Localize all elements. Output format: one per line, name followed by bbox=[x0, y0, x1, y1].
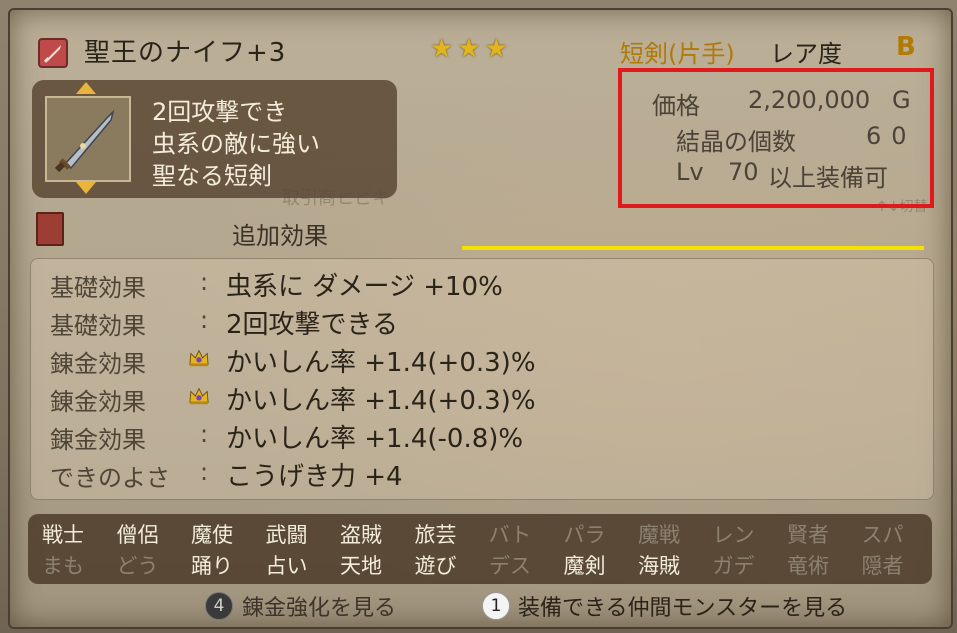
item-name: 聖王のナイフ+3 bbox=[84, 38, 287, 68]
job-label: 隠者 bbox=[861, 554, 904, 578]
next-item-arrow[interactable] bbox=[76, 182, 96, 194]
job-label: デス bbox=[489, 554, 531, 578]
dagger-category-icon bbox=[38, 38, 68, 68]
job-label: 旅芸 bbox=[414, 523, 457, 547]
previous-item-arrow[interactable] bbox=[76, 82, 96, 94]
job-label: 魔剣 bbox=[563, 554, 606, 578]
effect-value: かいしん率 +1.4(+0.3)% bbox=[226, 348, 536, 378]
price-value: 2,200,000 bbox=[748, 86, 871, 114]
effect-value: かいしん率 +1.4(-0.8)% bbox=[226, 424, 524, 454]
price-label: 価格 bbox=[652, 92, 700, 120]
effect-label: 錬金効果 bbox=[50, 426, 146, 454]
job-label: ガデ bbox=[712, 554, 755, 578]
job-label: 賢者 bbox=[787, 523, 829, 547]
screen: 取引商ヒピキ ↑↓切替 聖王のナイフ+3 ★★★ 短剣(片手) レア度 B 2回… bbox=[0, 0, 957, 633]
job-label: 魔戦 bbox=[638, 523, 680, 547]
description-line: 聖なる短剣 bbox=[152, 162, 272, 190]
job-label: 遊び bbox=[414, 554, 457, 578]
job-label: 天地 bbox=[340, 554, 382, 578]
level-requirement: 以上装備可 bbox=[768, 164, 888, 192]
job-label: 竜術 bbox=[787, 554, 829, 578]
job-label: 僧侶 bbox=[116, 523, 159, 547]
view-monsters-button[interactable]: 装備できる仲間モンスターを見る bbox=[518, 590, 847, 622]
job-label: 魔使 bbox=[191, 523, 233, 547]
job-label: 盗賊 bbox=[340, 523, 382, 547]
job-label: 踊り bbox=[191, 554, 233, 578]
job-label: パラ bbox=[563, 523, 606, 547]
effect-label: 錬金効果 bbox=[50, 388, 146, 416]
description-line: 2回攻撃でき bbox=[152, 98, 288, 126]
effect-value: こうげき力 +4 bbox=[226, 462, 403, 492]
effect-label: 基礎効果 bbox=[50, 312, 146, 340]
job-label: 戦士 bbox=[42, 523, 84, 547]
effect-separator: : bbox=[200, 458, 209, 486]
job-label: 武闘 bbox=[265, 523, 308, 547]
book-icon bbox=[36, 212, 64, 246]
rarity-grade: B bbox=[896, 32, 916, 62]
level-label: Lv bbox=[676, 158, 704, 186]
description-line: 虫系の敵に強い bbox=[152, 130, 320, 158]
job-label: 占い bbox=[265, 554, 308, 578]
effect-separator: : bbox=[200, 306, 209, 334]
effect-separator: : bbox=[200, 268, 209, 296]
view-alchemy-button[interactable]: 錬金強化を見る bbox=[242, 590, 396, 622]
job-label: レン bbox=[712, 523, 755, 547]
job-label: まも bbox=[42, 554, 84, 578]
effect-value: かいしん率 +1.4(+0.3)% bbox=[226, 386, 536, 416]
effect-label: 基礎効果 bbox=[50, 274, 146, 302]
job-label: スパ bbox=[861, 523, 904, 547]
job-label: バト bbox=[488, 523, 532, 547]
level-value: 70 bbox=[728, 158, 759, 186]
weapon-image bbox=[45, 96, 131, 182]
effect-value: 2回攻撃できる bbox=[226, 310, 399, 340]
crystal-count-value: 60 bbox=[866, 122, 917, 150]
job-label: 海賊 bbox=[638, 554, 680, 578]
yellow-underline bbox=[462, 246, 924, 250]
crystal-count-label: 結晶の個数 bbox=[676, 128, 796, 156]
effect-label: 錬金効果 bbox=[50, 350, 146, 378]
item-category: 短剣(片手) bbox=[620, 40, 735, 68]
button-1-icon[interactable]: 1 bbox=[482, 592, 510, 620]
effect-value: 虫系に ダメージ +10% bbox=[226, 272, 503, 302]
star-rating: ★★★ bbox=[430, 34, 512, 64]
effect-label: できのよさ bbox=[50, 464, 170, 492]
button-4-icon[interactable]: 4 bbox=[205, 592, 233, 620]
crown-icon bbox=[189, 387, 209, 405]
crown-icon bbox=[189, 349, 209, 367]
job-label: どう bbox=[116, 554, 159, 578]
rarity-label: レア度 bbox=[770, 40, 842, 68]
effect-separator: : bbox=[200, 420, 209, 448]
price-unit: G bbox=[892, 86, 911, 114]
additional-effects-header: 追加効果 bbox=[232, 222, 328, 250]
